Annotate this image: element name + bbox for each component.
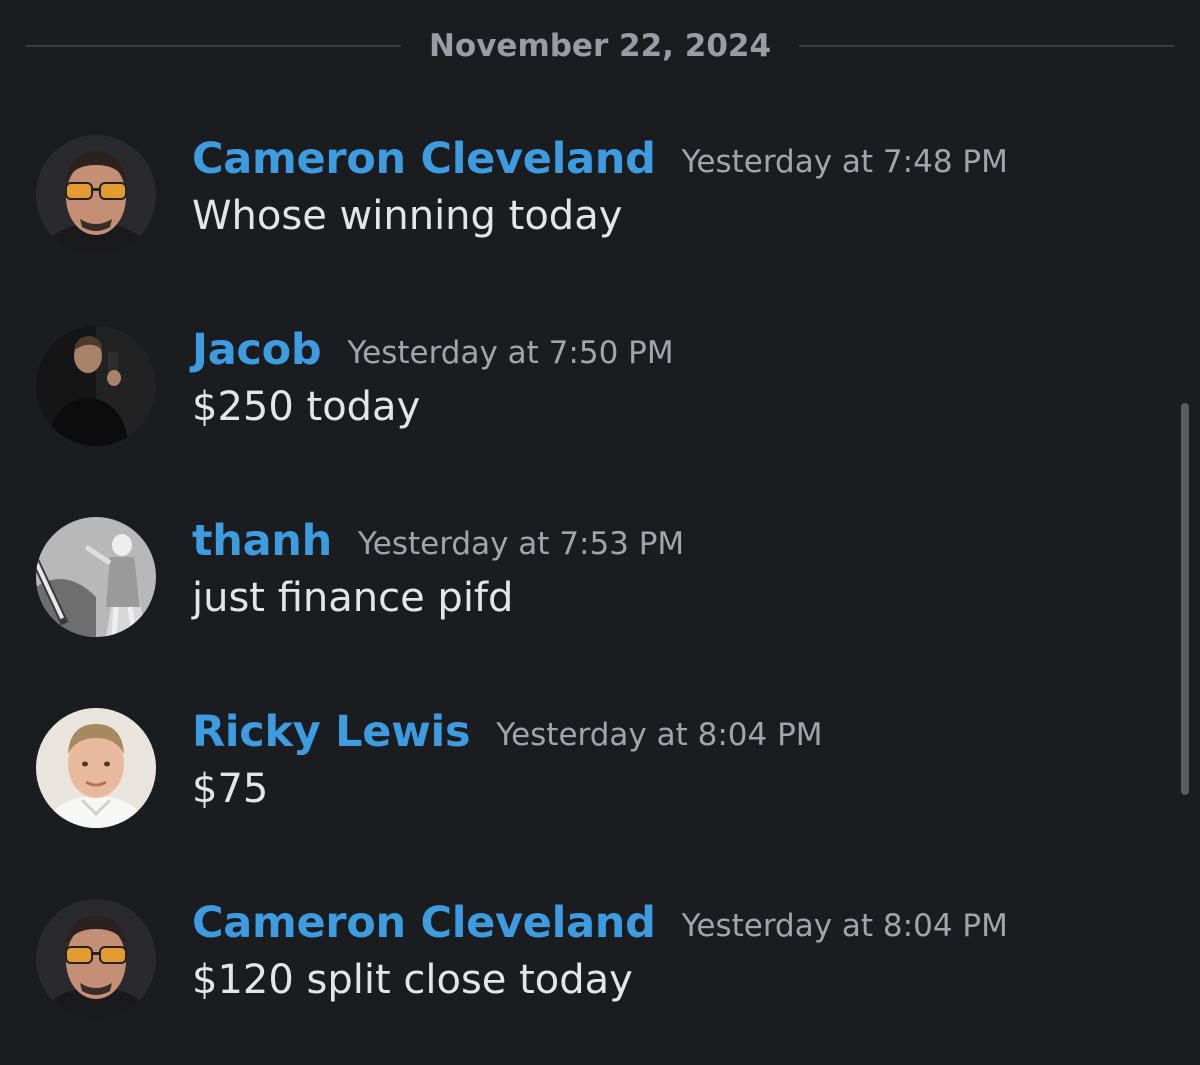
chat-message[interactable]: Jacob Yesterday at 7:50 PM $250 today [0,325,1170,456]
chat-message[interactable]: Ricky Lewis Yesterday at 8:04 PM $75 [0,707,1170,838]
chat-message-list: November 22, 2024 Cameron Cleveland Yest… [0,0,1200,1065]
timestamp: Yesterday at 7:50 PM [347,335,674,371]
scrollbar-thumb[interactable] [1181,403,1189,795]
message-header: Ricky Lewis Yesterday at 8:04 PM [192,707,823,757]
avatar[interactable] [36,517,156,637]
message-content: $75 [192,766,269,812]
message-content: $120 split close today [192,957,633,1003]
username[interactable]: Ricky Lewis [192,707,471,757]
message-header: thanh Yesterday at 7:53 PM [192,516,685,566]
username[interactable]: Cameron Cleveland [192,898,656,948]
username[interactable]: Jacob [192,325,322,375]
username[interactable]: Cameron Cleveland [192,134,656,184]
message-content: $250 today [192,384,421,430]
avatar[interactable] [36,135,156,255]
avatar[interactable] [36,326,156,446]
chat-message[interactable]: Cameron Cleveland Yesterday at 7:48 PM W… [0,134,1170,265]
message-header: Jacob Yesterday at 7:50 PM [192,325,674,375]
date-divider: November 22, 2024 [26,20,1174,72]
chat-message[interactable]: thanh Yesterday at 7:53 PM just finance … [0,516,1170,647]
timestamp: Yesterday at 7:48 PM [681,144,1008,180]
username[interactable]: thanh [192,516,332,566]
avatar[interactable] [36,708,156,828]
timestamp: Yesterday at 8:04 PM [681,908,1008,944]
divider-line-left [26,45,401,47]
message-content: Whose winning today [192,193,623,239]
message-content: just finance pifd [192,575,514,621]
chat-message[interactable]: Cameron Cleveland Yesterday at 8:04 PM $… [0,898,1170,1029]
timestamp: Yesterday at 8:04 PM [496,717,823,753]
timestamp: Yesterday at 7:53 PM [357,526,685,562]
message-header: Cameron Cleveland Yesterday at 8:04 PM [192,898,1008,948]
message-header: Cameron Cleveland Yesterday at 7:48 PM [192,134,1008,184]
divider-line-right [799,45,1174,47]
date-divider-label: November 22, 2024 [428,28,772,64]
avatar[interactable] [36,899,156,1019]
